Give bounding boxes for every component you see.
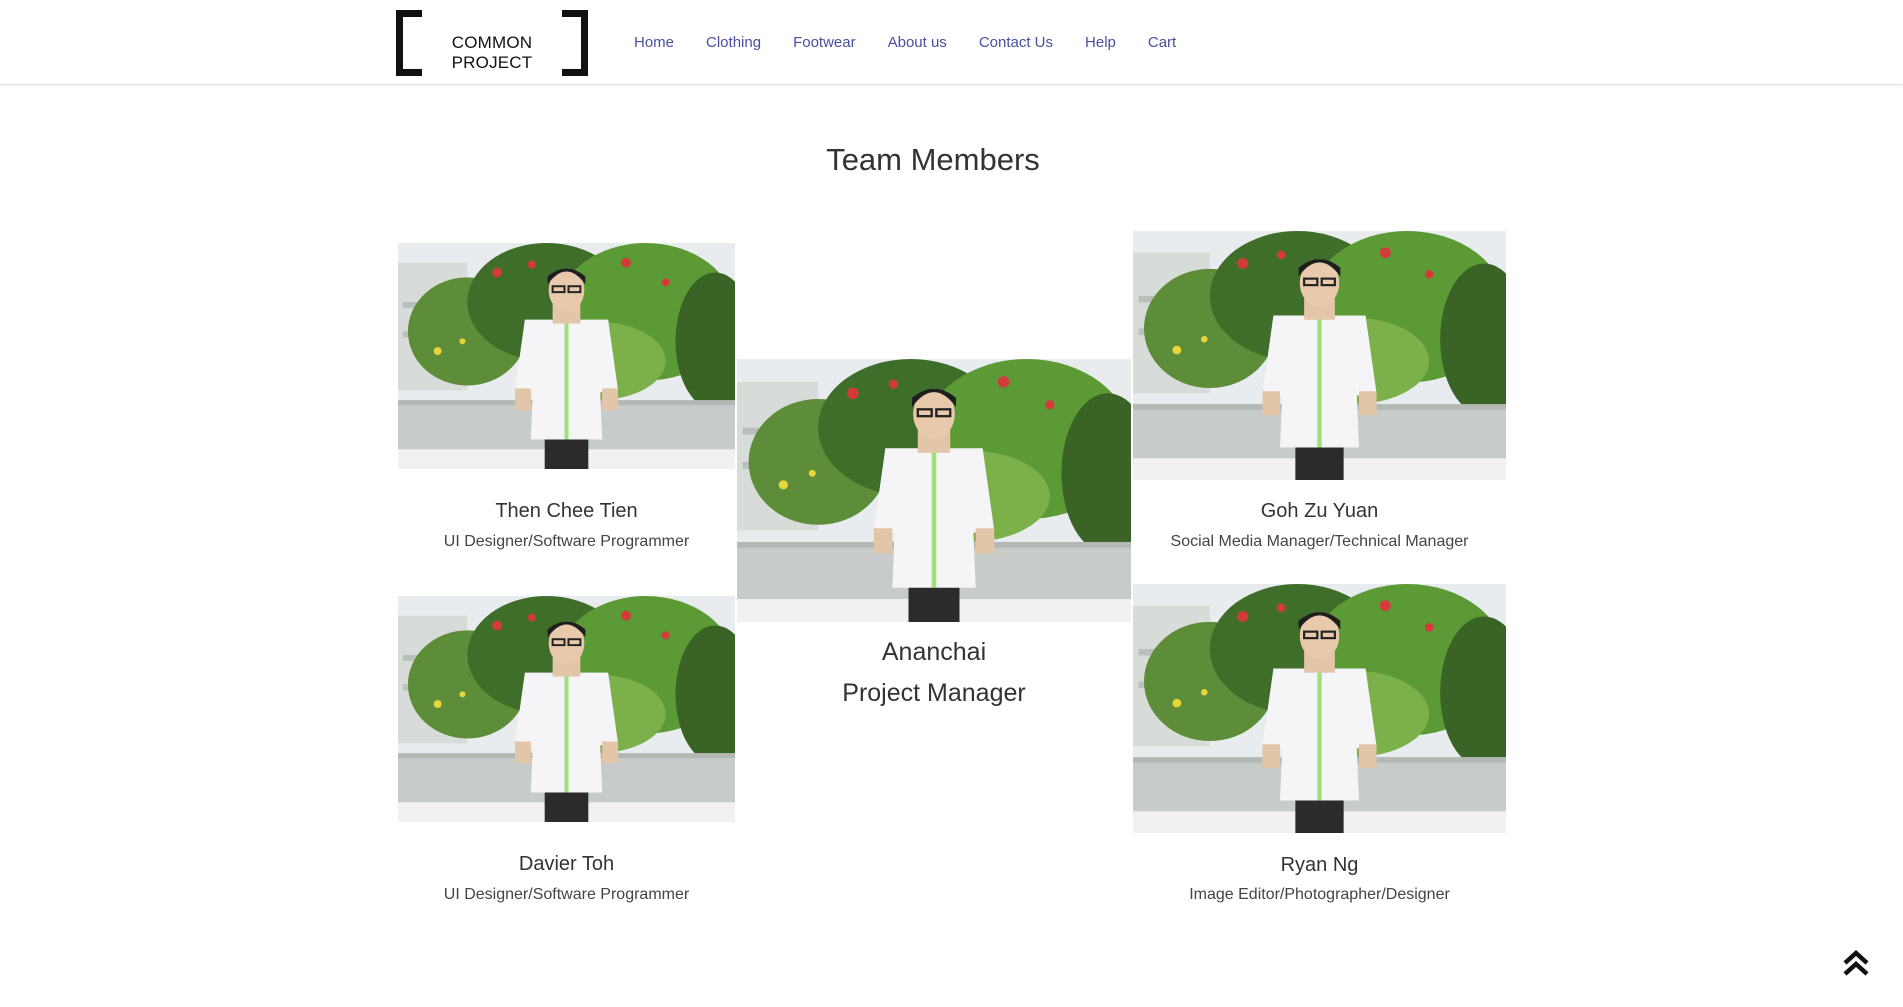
scroll-to-top-button[interactable] xyxy=(1841,948,1871,978)
member-role: UI Designer/Software Programmer xyxy=(443,533,690,550)
nav-link-home[interactable]: Home xyxy=(618,34,690,51)
member-photo xyxy=(1133,231,1506,480)
nav-link-clothing[interactable]: Clothing xyxy=(690,34,777,51)
member-role: UI Designer/Software Programmer xyxy=(443,886,690,903)
member-role: Image Editor/Photographer/Designer xyxy=(1189,886,1450,903)
team-member-card: Then Chee Tien UI Designer/Software Prog… xyxy=(398,243,735,563)
logo-text: COMMON PROJECT xyxy=(451,33,533,72)
member-role: Project Manager xyxy=(842,679,1026,707)
logo-right-bracket xyxy=(562,10,588,76)
team-member-card: Ryan Ng Image Editor/Photographer/Design… xyxy=(1133,584,1506,914)
nav-item-home: Home xyxy=(618,34,690,51)
nav-item-footwear: Footwear xyxy=(777,34,872,51)
page-title: Team Members xyxy=(826,142,1040,177)
member-role: Social Media Manager/Technical Manager xyxy=(1170,533,1469,550)
member-name: Goh Zu Yuan xyxy=(1260,500,1379,522)
nav-item-contact: Contact Us xyxy=(963,34,1069,51)
nav-link-help[interactable]: Help xyxy=(1069,34,1132,51)
member-photo xyxy=(737,359,1131,622)
nav-link-contact[interactable]: Contact Us xyxy=(963,34,1069,51)
member-name: Then Chee Tien xyxy=(495,500,638,522)
nav-menu: Home Clothing Footwear About us Contact … xyxy=(618,0,1192,85)
member-photo xyxy=(398,596,735,822)
double-chevron-up-icon xyxy=(1843,949,1869,976)
team-member-card: Goh Zu Yuan Social Media Manager/Technic… xyxy=(1133,231,1506,561)
nav-link-cart[interactable]: Cart xyxy=(1132,34,1192,51)
brand-logo[interactable]: COMMON PROJECT xyxy=(396,10,588,76)
team-member-card: Ananchai Project Manager xyxy=(737,359,1131,719)
member-name: Ryan Ng xyxy=(1280,854,1359,876)
nav-item-about: About us xyxy=(872,34,963,51)
member-photo xyxy=(1133,584,1506,833)
team-member-card: Davier Toh UI Designer/Software Programm… xyxy=(398,596,735,916)
nav-link-about[interactable]: About us xyxy=(872,34,963,51)
nav-item-cart: Cart xyxy=(1132,34,1192,51)
member-name: Ananchai xyxy=(881,638,987,666)
nav-item-help: Help xyxy=(1069,34,1132,51)
member-photo xyxy=(398,243,735,469)
nav-item-clothing: Clothing xyxy=(690,34,777,51)
member-name: Davier Toh xyxy=(518,853,615,875)
nav-link-footwear[interactable]: Footwear xyxy=(777,34,872,51)
navbar: COMMON PROJECT Home Clothing Footwear Ab… xyxy=(0,0,1903,85)
